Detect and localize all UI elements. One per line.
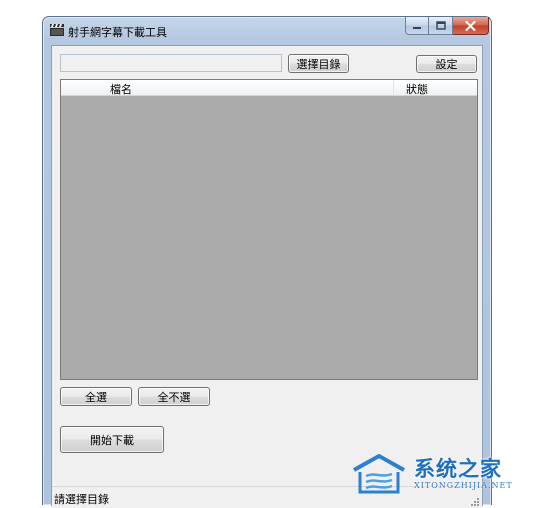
directory-path-input[interactable]	[60, 54, 282, 72]
start-download-button[interactable]: 開始下載	[60, 426, 164, 453]
client-area: 選擇目錄 設定 檔名 狀態 全選 全不選 開始下載 請選擇目錄	[51, 45, 483, 508]
column-header-filename[interactable]: 檔名	[110, 81, 132, 97]
column-divider[interactable]	[393, 80, 394, 95]
house-logo-icon	[353, 454, 405, 494]
column-header-status[interactable]: 狀態	[406, 81, 428, 97]
select-all-button[interactable]: 全選	[60, 387, 132, 406]
browse-directory-button[interactable]: 選擇目錄	[288, 54, 349, 73]
watermark-subtext: XITONGZHIJIA.NET	[414, 481, 513, 490]
select-none-button[interactable]: 全不選	[138, 387, 210, 406]
maximize-button[interactable]	[429, 17, 453, 35]
app-window: 射手網字幕下載工具 選擇目錄 設定 檔名 狀態 全選 全不選 開始下載 請選擇目…	[42, 16, 492, 508]
window-title: 射手網字幕下載工具	[68, 26, 167, 39]
minimize-icon	[413, 26, 421, 29]
clapperboard-icon	[50, 24, 64, 36]
settings-button[interactable]: 設定	[416, 55, 477, 73]
watermark-text: 系统之家	[414, 457, 502, 481]
file-list[interactable]: 檔名 狀態	[60, 79, 478, 380]
maximize-icon	[435, 21, 446, 30]
list-header: 檔名 狀態	[61, 80, 477, 96]
close-button[interactable]	[453, 17, 489, 35]
close-icon	[465, 20, 476, 31]
minimize-button[interactable]	[405, 17, 429, 35]
watermark: 系统之家 XITONGZHIJIA.NET	[350, 450, 520, 500]
